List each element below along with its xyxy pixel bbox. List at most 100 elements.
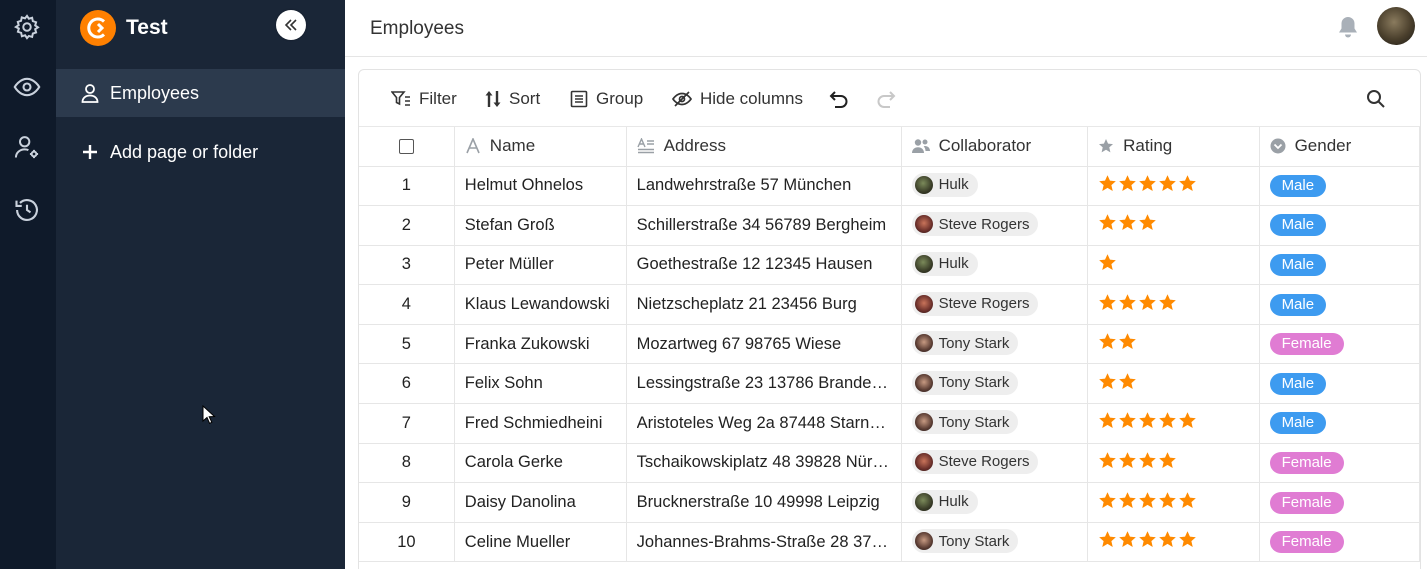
cell-name[interactable]: Helmut Ohnelos xyxy=(454,166,627,207)
app-brand[interactable]: Test xyxy=(80,10,168,46)
gear-icon[interactable] xyxy=(11,11,43,43)
column-header-collaborator[interactable]: Collaborator xyxy=(901,127,1089,167)
table-row[interactable]: 4 Klaus Lewandowski Nietzscheplatz 21 2345… xyxy=(359,284,1420,325)
table-row[interactable]: 7 Fred Schmiedheini Aristoteles Weg 2a 874… xyxy=(359,403,1420,444)
table-row[interactable]: 5 Franka Zukowski Mozartweg 67 98765 Wiese… xyxy=(359,324,1420,365)
hide-columns-button[interactable]: Hide columns xyxy=(672,87,803,111)
cell-rating[interactable] xyxy=(1087,443,1260,484)
cell-name[interactable]: Klaus Lewandowski xyxy=(454,284,627,325)
app-logo-icon xyxy=(80,10,116,46)
cell-address[interactable]: Schillerstraße 34 56789 Bergheim xyxy=(626,205,902,246)
table-row[interactable]: 8 Carola Gerke Tschaikowskiplatz 48 39828 … xyxy=(359,443,1420,484)
cell-address[interactable]: Mozartweg 67 98765 Wiese xyxy=(626,324,902,365)
cell-collaborator[interactable]: Tony Stark xyxy=(901,363,1089,405)
cell-rating[interactable] xyxy=(1087,403,1260,444)
cell-rating[interactable] xyxy=(1087,482,1260,523)
cell-gender[interactable]: Female xyxy=(1259,324,1420,365)
column-header-label: Rating xyxy=(1123,136,1173,156)
cell-address[interactable]: Landwehrstraße 57 München xyxy=(626,166,902,207)
select-all-checkbox[interactable] xyxy=(398,139,414,155)
star-icon xyxy=(1099,491,1116,508)
cell-address[interactable]: Tschaikowskiplatz 48 39828 Nür… xyxy=(626,443,902,484)
cell-address[interactable]: Lessingstraße 23 13786 Branden… xyxy=(626,363,902,405)
table-row[interactable]: 1 Helmut Ohnelos Landwehrstraße 57 München… xyxy=(359,166,1420,207)
cell-gender[interactable]: Male xyxy=(1259,284,1420,325)
search-icon[interactable] xyxy=(1364,87,1388,111)
select-all-cell[interactable] xyxy=(359,127,455,167)
cell-gender[interactable]: Male xyxy=(1259,363,1420,405)
sidebar-item-employees[interactable]: Employees xyxy=(56,69,345,117)
address-text: Nietzscheplatz 21 23456 Burg xyxy=(636,295,857,314)
table-row[interactable]: 2 Stefan Groß Schillerstraße 34 56789 Berg… xyxy=(359,205,1420,246)
cell-collaborator[interactable]: Steve Rogers xyxy=(901,443,1089,484)
cell-gender[interactable]: Female xyxy=(1259,522,1420,563)
cell-collaborator[interactable]: Tony Stark xyxy=(901,324,1089,365)
cell-rating[interactable] xyxy=(1087,363,1260,405)
cell-gender[interactable]: Male xyxy=(1259,166,1420,207)
cell-rating[interactable] xyxy=(1087,245,1260,286)
cell-rating[interactable] xyxy=(1087,166,1260,207)
sort-button[interactable]: Sort xyxy=(485,87,540,111)
cell-collaborator[interactable]: Tony Stark xyxy=(901,403,1089,444)
column-header-rating[interactable]: Rating xyxy=(1087,127,1260,167)
cell-gender[interactable]: Male xyxy=(1259,245,1420,286)
cell-name[interactable]: Felix Sohn xyxy=(454,363,627,405)
star-type-icon xyxy=(1099,139,1114,153)
cell-name[interactable]: Daisy Danolina xyxy=(454,482,627,523)
table-row[interactable]: 10 Celine Mueller Johannes-Brahms-Straße 2… xyxy=(359,522,1420,563)
collapse-sidebar-button[interactable] xyxy=(276,10,306,40)
cell-gender[interactable]: Male xyxy=(1259,403,1420,444)
add-page-button[interactable]: Add page or folder xyxy=(56,128,345,176)
user-avatar[interactable] xyxy=(1377,7,1415,45)
undo-icon[interactable] xyxy=(827,87,851,111)
star-icon xyxy=(1099,372,1116,389)
redo-icon[interactable] xyxy=(874,87,898,111)
rating-stars xyxy=(1098,530,1198,549)
cell-name[interactable]: Peter Müller xyxy=(454,245,627,286)
cell-gender[interactable]: Male xyxy=(1259,205,1420,246)
cell-name[interactable]: Celine Mueller xyxy=(454,522,627,563)
row-index: 7 xyxy=(359,403,455,444)
collaborator-name: Steve Rogers xyxy=(938,453,1030,471)
column-header-gender[interactable]: Gender xyxy=(1259,127,1420,167)
filter-button[interactable]: Filter xyxy=(391,87,457,111)
cell-rating[interactable] xyxy=(1087,522,1260,563)
row-index: 4 xyxy=(359,284,455,325)
gender-badge: Male xyxy=(1269,253,1327,276)
cell-gender[interactable]: Female xyxy=(1259,482,1420,523)
cell-name[interactable]: Carola Gerke xyxy=(454,443,627,484)
cell-address[interactable]: Nietzscheplatz 21 23456 Burg xyxy=(626,284,902,325)
cell-address[interactable]: Aristoteles Weg 2a 87448 Starnb… xyxy=(626,403,902,444)
column-header-name[interactable]: Name xyxy=(454,127,627,167)
cell-rating[interactable] xyxy=(1087,205,1260,246)
star-icon xyxy=(1159,531,1176,548)
cell-rating[interactable] xyxy=(1087,324,1260,365)
cell-collaborator[interactable]: Hulk xyxy=(901,482,1089,523)
group-button[interactable]: Group xyxy=(570,87,643,111)
cell-gender[interactable]: Female xyxy=(1259,443,1420,484)
collaborator-avatar xyxy=(914,175,933,194)
cell-collaborator[interactable]: Steve Rogers xyxy=(901,284,1089,325)
cell-name[interactable]: Stefan Groß xyxy=(454,205,627,246)
bell-icon[interactable] xyxy=(1337,15,1359,39)
cell-name[interactable]: Fred Schmiedheini xyxy=(454,403,627,444)
table-row[interactable]: 6 Felix Sohn Lessingstraße 23 13786 Brande… xyxy=(359,363,1420,405)
cell-collaborator[interactable]: Hulk xyxy=(901,245,1089,286)
star-icon xyxy=(1099,174,1116,191)
cell-collaborator[interactable]: Tony Stark xyxy=(901,522,1089,563)
cell-rating[interactable] xyxy=(1087,284,1260,325)
cell-collaborator[interactable]: Steve Rogers xyxy=(901,205,1089,246)
cell-address[interactable]: Goethestraße 12 12345 Hausen xyxy=(626,245,902,286)
cell-collaborator[interactable]: Hulk xyxy=(901,166,1089,207)
star-icon xyxy=(1159,452,1176,468)
cell-name[interactable]: Franka Zukowski xyxy=(454,324,627,365)
table-row[interactable]: 3 Peter Müller Goethestraße 12 12345 Hause… xyxy=(359,245,1420,286)
cell-address[interactable]: Johannes-Brahms-Straße 28 376… xyxy=(626,522,902,563)
column-header-address[interactable]: Address xyxy=(626,127,902,167)
user-settings-icon[interactable] xyxy=(11,131,43,163)
table-row[interactable]: 9 Daisy Danolina Brucknerstraße 10 49998 L… xyxy=(359,482,1420,523)
eye-icon[interactable] xyxy=(11,71,43,103)
cell-address[interactable]: Brucknerstraße 10 49998 Leipzig xyxy=(626,482,902,523)
history-icon[interactable] xyxy=(11,194,43,226)
collaborator-chip: Tony Stark xyxy=(911,370,1019,395)
